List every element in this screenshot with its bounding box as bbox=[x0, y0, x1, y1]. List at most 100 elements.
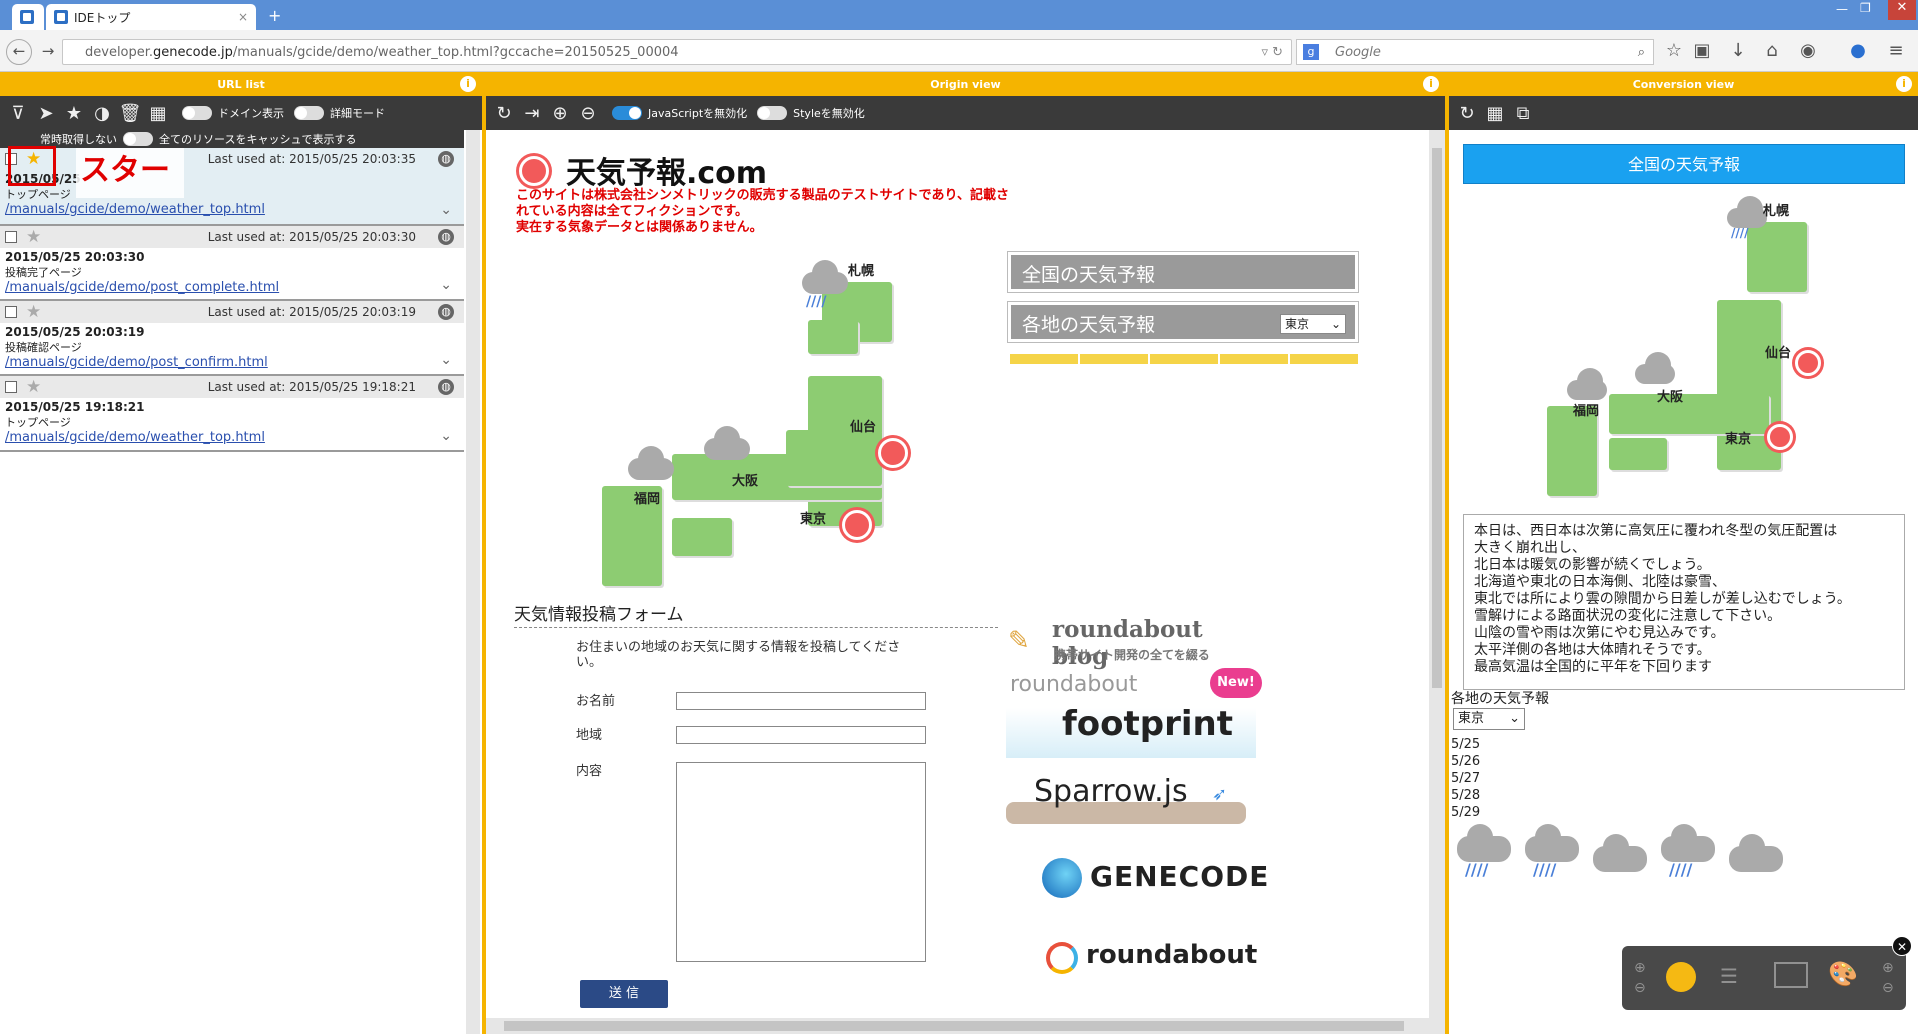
javascript-toggle-label: JavaScriptを無効化 bbox=[648, 107, 748, 120]
map-hokkaido bbox=[1747, 222, 1807, 292]
close-window-icon[interactable]: ✕ bbox=[1888, 0, 1916, 20]
globe-icon[interactable]: ◍ bbox=[438, 379, 454, 395]
region-select[interactable]: 東京 ⌄ bbox=[1280, 314, 1346, 334]
globe-icon[interactable]: ◍ bbox=[438, 151, 454, 167]
browser-tab-ide[interactable]: IDEトップ × bbox=[46, 4, 256, 30]
national-forecast-button[interactable]: 全国の天気予報 bbox=[1007, 251, 1359, 293]
tab-strip-segment[interactable] bbox=[1010, 354, 1078, 364]
star-icon[interactable]: ★ bbox=[26, 376, 41, 398]
qr-code-icon[interactable]: ▦ bbox=[144, 103, 172, 124]
bookmark-star-icon[interactable]: ☆ bbox=[1662, 39, 1686, 63]
extension-icon[interactable]: ● bbox=[1846, 39, 1870, 63]
chevron-down-icon[interactable]: ⌄ bbox=[440, 277, 452, 293]
url-item-checkbox[interactable] bbox=[5, 231, 17, 243]
tab-strip-segment[interactable] bbox=[1150, 354, 1218, 364]
info-icon[interactable]: i bbox=[460, 76, 476, 92]
cache-toggle[interactable] bbox=[123, 132, 153, 146]
open-icon[interactable]: ⇥ bbox=[518, 103, 546, 124]
refresh-icon[interactable]: ↻ bbox=[490, 103, 518, 124]
globe-icon[interactable]: ◍ bbox=[438, 229, 454, 245]
reading-list-icon[interactable]: ▣ bbox=[1690, 39, 1714, 63]
roundabout-blog-banner[interactable]: ✎ roundabout blog 携帯サイト開発の全てを綴る bbox=[1006, 616, 1266, 670]
cloud-icon bbox=[704, 426, 750, 460]
refresh-icon[interactable]: ↻ bbox=[1453, 103, 1481, 124]
scrollbar-thumb[interactable] bbox=[1432, 148, 1442, 688]
origin-scrollbar[interactable] bbox=[1429, 130, 1445, 1034]
star-icon[interactable]: ★ bbox=[26, 301, 41, 323]
roundabout-banner[interactable]: roundabout bbox=[1006, 936, 1266, 980]
detail-mode-toggle[interactable] bbox=[294, 106, 324, 120]
url-item-link[interactable]: /manuals/gcide/demo/post_confirm.html bbox=[0, 355, 464, 370]
home-icon[interactable]: ⌂ bbox=[1760, 39, 1784, 63]
zoom-out-icon[interactable]: ⊖ bbox=[1882, 980, 1894, 996]
zoom-out-icon[interactable]: ⊖ bbox=[574, 103, 602, 124]
url-item-link[interactable]: /manuals/gcide/demo/post_complete.html bbox=[0, 280, 464, 295]
reload-icon[interactable]: ▿ ↻ bbox=[1261, 45, 1283, 60]
minimize-icon[interactable]: — bbox=[1836, 2, 1848, 16]
external-icon[interactable]: ⧉ bbox=[1509, 103, 1537, 124]
address-bar[interactable]: developer. genecode.jp/manuals/gcide/demo… bbox=[62, 39, 1292, 65]
region-select[interactable]: 東京 ⌄ bbox=[1453, 708, 1525, 730]
search-icon[interactable]: ⌕ bbox=[1638, 45, 1645, 60]
zoom-in-icon[interactable]: ⊕ bbox=[546, 103, 574, 124]
addon-icon[interactable]: ◉ bbox=[1796, 39, 1820, 63]
contrast-icon[interactable]: ◑ bbox=[88, 103, 116, 124]
back-icon[interactable]: ← bbox=[6, 39, 32, 65]
url-item-checkbox[interactable] bbox=[5, 306, 17, 318]
globe-icon[interactable]: ◍ bbox=[438, 304, 454, 320]
sparrow-banner[interactable]: Sparrow.js ➶ bbox=[1006, 772, 1266, 832]
download-icon[interactable]: ↓ bbox=[1726, 39, 1750, 63]
pointer-icon[interactable]: ➤ bbox=[32, 103, 60, 124]
chevron-down-icon[interactable]: ⌄ bbox=[440, 428, 452, 444]
info-icon[interactable]: i bbox=[1896, 76, 1912, 92]
national-forecast-button[interactable]: 全国の天気予報 bbox=[1463, 144, 1905, 184]
tab-strip-segment[interactable] bbox=[1290, 354, 1358, 364]
filter-icon[interactable]: ⊽ bbox=[4, 103, 32, 124]
palette-icon[interactable]: 🎨 bbox=[1828, 960, 1858, 988]
search-box[interactable]: g Google ⌕ bbox=[1296, 39, 1654, 65]
star-filter-icon[interactable]: ★ bbox=[60, 103, 88, 124]
qr-code-icon[interactable]: ▦ bbox=[1481, 103, 1509, 124]
sun-icon bbox=[1795, 350, 1821, 376]
chevron-down-icon[interactable]: ⌄ bbox=[440, 202, 452, 218]
genecode-banner[interactable]: GENECODE bbox=[1006, 852, 1268, 904]
content-textarea[interactable] bbox=[676, 762, 926, 962]
url-list-scrollbar[interactable] bbox=[466, 130, 480, 1034]
url-item-link[interactable]: /manuals/gcide/demo/weather_top.html bbox=[0, 430, 464, 445]
maximize-icon[interactable]: ❐ bbox=[1860, 1, 1871, 15]
forward-icon[interactable]: → bbox=[36, 39, 60, 63]
url-item[interactable]: ★ Last used at: 2015/05/25 19:18:21 ◍ 20… bbox=[0, 376, 464, 452]
domain-toggle[interactable] bbox=[182, 106, 212, 120]
style-toggle[interactable] bbox=[757, 106, 788, 120]
chevron-down-icon[interactable]: ⌄ bbox=[440, 352, 452, 368]
close-icon[interactable]: ✕ bbox=[1892, 936, 1912, 956]
new-badge: New! bbox=[1210, 668, 1262, 698]
info-icon[interactable]: i bbox=[1423, 76, 1439, 92]
tab-strip-segment[interactable] bbox=[1080, 354, 1148, 364]
new-tab-icon[interactable]: + bbox=[268, 6, 281, 25]
url-item[interactable]: ★ Last used at: 2015/05/25 20:03:19 ◍ 20… bbox=[0, 301, 464, 376]
list-icon[interactable]: ☰ bbox=[1720, 964, 1750, 988]
zoom-in-icon[interactable]: ⊕ bbox=[1634, 960, 1646, 976]
zoom-in-icon[interactable]: ⊕ bbox=[1882, 960, 1894, 976]
trash-icon[interactable]: 🗑 bbox=[116, 103, 144, 124]
menu-icon[interactable]: ≡ bbox=[1884, 39, 1908, 63]
globe-icon[interactable] bbox=[1666, 962, 1696, 992]
url-item[interactable]: ★ Last used at: 2015/05/25 20:03:35 ◍ 20… bbox=[0, 148, 464, 226]
origin-hscrollbar[interactable] bbox=[486, 1018, 1429, 1034]
submit-button[interactable]: 送 信 bbox=[580, 980, 668, 1008]
star-icon[interactable]: ★ bbox=[26, 226, 41, 248]
window-icon[interactable] bbox=[1774, 962, 1808, 988]
region-input[interactable] bbox=[676, 726, 926, 744]
tab-strip-segment[interactable] bbox=[1220, 354, 1288, 364]
url-item-link[interactable]: /manuals/gcide/demo/weather_top.html bbox=[0, 202, 464, 217]
url-item-checkbox[interactable] bbox=[5, 381, 17, 393]
name-input[interactable] bbox=[676, 692, 926, 710]
footprint-banner[interactable]: roundabout New! footprint bbox=[1006, 668, 1266, 768]
close-tab-icon[interactable]: × bbox=[238, 10, 248, 24]
browser-tab-pinned[interactable] bbox=[12, 4, 44, 30]
javascript-toggle[interactable] bbox=[612, 106, 642, 120]
zoom-out-icon[interactable]: ⊖ bbox=[1634, 980, 1646, 996]
url-item[interactable]: ★ Last used at: 2015/05/25 20:03:30 ◍ 20… bbox=[0, 226, 464, 301]
scrollbar-thumb[interactable] bbox=[504, 1021, 1404, 1031]
